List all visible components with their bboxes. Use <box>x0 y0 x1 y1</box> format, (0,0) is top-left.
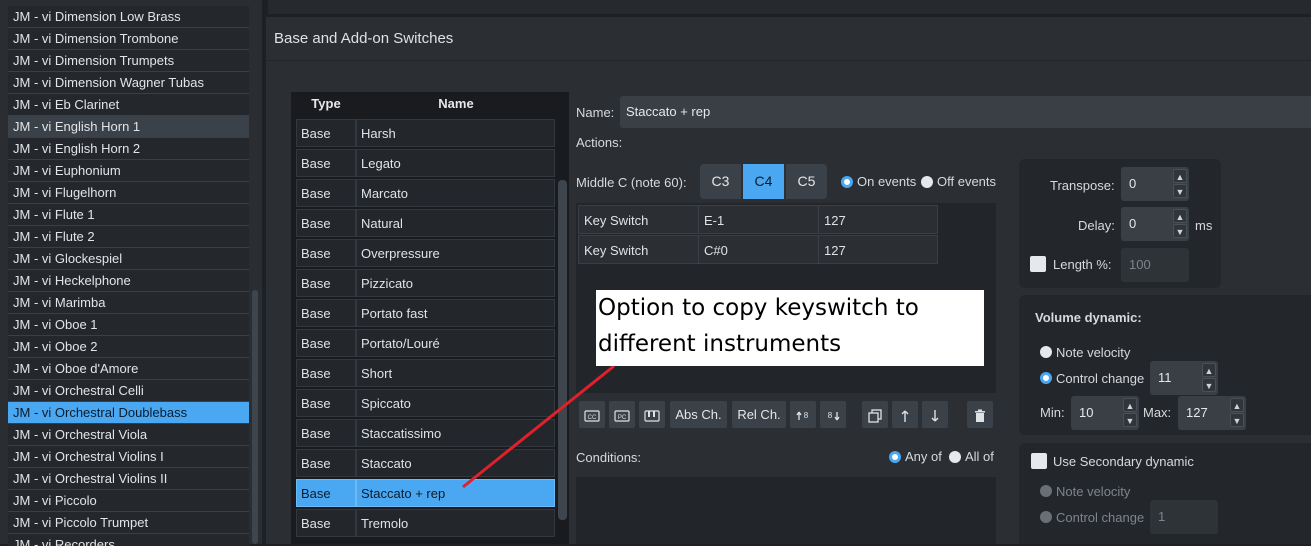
annotation-line-1: Option to copy keyswitch to <box>598 295 919 321</box>
annotation-line-2: different instruments <box>598 331 842 357</box>
annotation-callout: Option to copy keyswitch to different in… <box>596 290 984 366</box>
annotation-arrow <box>462 364 615 489</box>
